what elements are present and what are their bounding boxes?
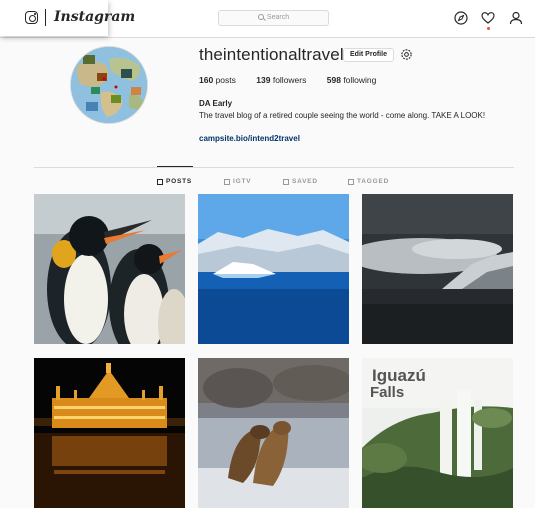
post-caption-line1: Iguazú bbox=[372, 366, 426, 385]
top-navigation-bar: Instagram Search bbox=[0, 0, 535, 38]
tab-igtv[interactable]: IGTV bbox=[224, 178, 251, 185]
profile-avatar[interactable] bbox=[70, 46, 148, 124]
profile-full-name: DA Early bbox=[199, 99, 233, 108]
active-tab-indicator bbox=[157, 166, 193, 167]
posts-count[interactable]: 160 posts bbox=[199, 75, 236, 85]
instagram-wordmark[interactable]: Instagram bbox=[54, 9, 135, 25]
settings-gear-icon[interactable] bbox=[400, 48, 413, 61]
post-thumbnail[interactable] bbox=[34, 358, 185, 508]
profile-username: theintentionaltraveler bbox=[199, 45, 360, 64]
tv-icon bbox=[224, 178, 230, 185]
post-thumbnail[interactable] bbox=[362, 194, 513, 344]
following-count[interactable]: 598 following bbox=[327, 75, 377, 85]
post-thumbnail[interactable] bbox=[198, 358, 349, 508]
search-input[interactable]: Search bbox=[218, 10, 329, 26]
search-placeholder: Search bbox=[266, 14, 290, 21]
post-thumbnail[interactable] bbox=[34, 194, 185, 344]
notification-dot bbox=[487, 27, 490, 30]
logo-divider bbox=[45, 9, 46, 26]
bookmark-icon bbox=[283, 178, 289, 185]
post-thumbnail[interactable] bbox=[198, 194, 349, 344]
tab-saved[interactable]: SAVED bbox=[283, 178, 318, 185]
post-caption-line2: Falls bbox=[370, 384, 405, 401]
tab-posts[interactable]: POSTS bbox=[157, 178, 192, 185]
edit-profile-button[interactable]: Edit Profile bbox=[343, 48, 394, 62]
grid-icon bbox=[157, 178, 163, 185]
heart-icon[interactable] bbox=[481, 11, 495, 25]
person-icon[interactable] bbox=[509, 11, 523, 25]
tab-tagged[interactable]: TAGGED bbox=[348, 178, 389, 185]
profile-website-link[interactable]: campsite.bio/intend2travel bbox=[199, 134, 300, 143]
post-thumbnail[interactable]: Iguazú Falls bbox=[362, 358, 513, 508]
compass-icon[interactable] bbox=[454, 11, 468, 25]
search-icon bbox=[257, 14, 264, 20]
profile-bio: The travel blog of a retired couple seei… bbox=[199, 111, 486, 120]
followers-count[interactable]: 139 followers bbox=[256, 75, 306, 85]
camera-logo-icon[interactable] bbox=[25, 11, 38, 24]
profile-stats: 160 posts 139 followers 598 following bbox=[199, 75, 394, 85]
tabs-divider bbox=[34, 167, 514, 168]
tag-icon bbox=[348, 178, 354, 185]
